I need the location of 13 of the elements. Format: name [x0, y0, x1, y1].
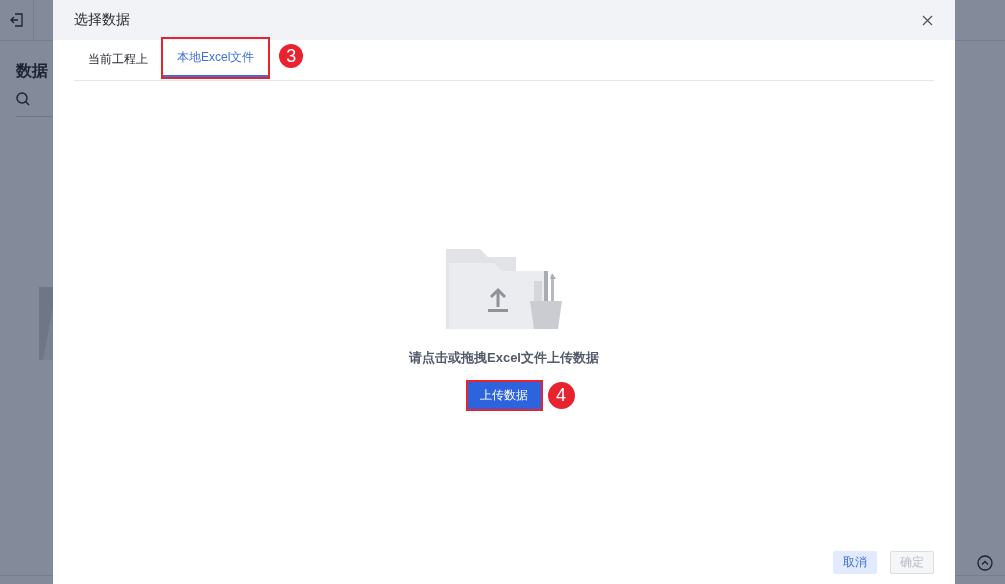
- tab[interactable]: 当前工程上: [74, 40, 162, 80]
- close-icon[interactable]: [922, 14, 933, 26]
- upload-button[interactable]: 上传数据: [467, 382, 541, 409]
- step-badge: 3: [279, 44, 304, 68]
- dialog-title: 选择数据: [74, 11, 130, 29]
- exit-icon[interactable]: [10, 13, 23, 27]
- page-heading: 数据: [16, 61, 49, 81]
- tab[interactable]: 本地Excel文件: [163, 39, 269, 77]
- upload-hint: 请点击或拖拽Excel文件上传数据: [409, 349, 599, 367]
- cancel-button[interactable]: 取消: [833, 551, 877, 574]
- search-icon[interactable]: [16, 92, 30, 106]
- step-badge: 4: [547, 382, 575, 409]
- chevron-up-icon[interactable]: [977, 555, 993, 571]
